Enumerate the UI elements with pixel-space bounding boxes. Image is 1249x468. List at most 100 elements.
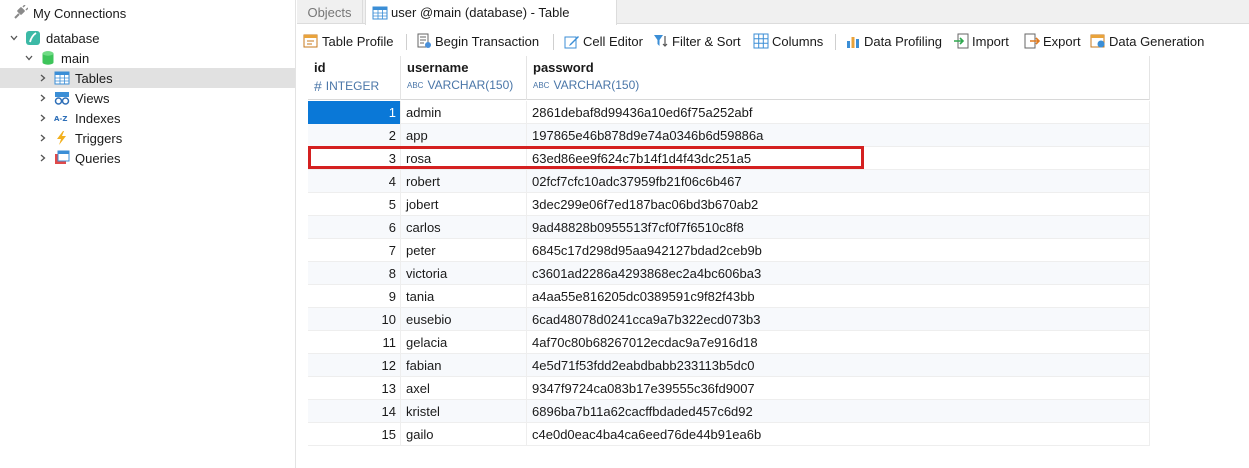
cell-username[interactable]: kristel [401,400,527,423]
tab-objects[interactable]: Objects [297,0,363,24]
tree-item-database[interactable]: database [0,28,295,48]
cell-username[interactable]: carlos [401,216,527,239]
sidebar-item-triggers[interactable]: Triggers [0,128,295,148]
column-type-label: INTEGER [325,79,380,93]
cell-password[interactable]: 197865e46b878d9e74a0346b6d59886a [527,124,1150,147]
cell-id[interactable]: 14 [308,400,401,423]
cell-username[interactable]: gelacia [401,331,527,354]
toolbar-label: Import [972,33,1009,49]
chevron-down-icon[interactable] [9,33,19,43]
cell-username[interactable]: gailo [401,423,527,446]
begin-transaction-button[interactable]: Begin Transaction [416,31,539,51]
cell-password[interactable]: a4aa55e816205dc0389591c9f82f43bb [527,285,1150,308]
cell-password[interactable]: 9347f9724ca083b17e39555c36fd9007 [527,377,1150,400]
table-row[interactable]: 3 rosa 63ed86ee9f624c7b14f1d4f43dc251a5 [308,147,1150,170]
cell-id[interactable]: 12 [308,354,401,377]
chevron-right-icon[interactable] [38,153,48,163]
schema-label: main [61,50,90,66]
chevron-right-icon[interactable] [38,93,48,103]
cell-username[interactable]: tania [401,285,527,308]
cell-password[interactable]: c4e0d0eac4ba4ca6eed76de44b91ea6b [527,423,1150,446]
cell-username[interactable]: peter [401,239,527,262]
cell-password[interactable]: 3dec299e06f7ed187bac06bd3b670ab2 [527,193,1150,216]
cell-id[interactable]: 8 [308,262,401,285]
table-row[interactable]: 9 tania a4aa55e816205dc0389591c9f82f43bb [308,285,1150,308]
cell-password[interactable]: 6cad48078d0241cca9a7b322ecd073b3 [527,308,1150,331]
cell-password[interactable]: 63ed86ee9f624c7b14f1d4f43dc251a5 [527,147,1150,170]
data-generation-button[interactable]: Data Generation [1090,31,1204,51]
sidebar-item-views[interactable]: Views [0,88,295,108]
sidebar-item-queries[interactable]: Queries [0,148,295,168]
chevron-right-icon[interactable] [38,113,48,123]
sidebar-item-indexes[interactable]: A-Z Indexes [0,108,295,128]
cell-id[interactable]: 11 [308,331,401,354]
chevron-right-icon[interactable] [38,133,48,143]
filter-sort-button[interactable]: Filter & Sort [653,31,741,51]
cell-password[interactable]: 2861debaf8d99436a10ed6f75a252abf [527,101,1150,124]
cell-id[interactable]: 9 [308,285,401,308]
cell-password[interactable]: 4af70c80b68267012ecdac9a7e916d18 [527,331,1150,354]
cell-password[interactable]: 6845c17d298d95aa942127bdad2ceb9b [527,239,1150,262]
cell-username[interactable]: app [401,124,527,147]
export-button[interactable]: Export [1024,31,1081,51]
tree-item-my-connections[interactable]: My Connections [0,3,295,23]
cell-id[interactable]: 15 [308,423,401,446]
table-profile-button[interactable]: Table Profile [303,31,394,51]
tab-user-table[interactable]: user @main (database) - Table [365,0,617,25]
chevron-right-icon[interactable] [38,73,48,83]
cell-id[interactable]: 5 [308,193,401,216]
cell-id[interactable]: 4 [308,170,401,193]
table-row[interactable]: 4 robert 02fcf7cfc10adc37959fb21f06c6b467 [308,170,1150,193]
columns-button[interactable]: Columns [753,31,823,51]
tree-item-main-schema[interactable]: main [0,48,295,68]
column-header-id[interactable]: id # INTEGER [308,56,401,100]
cell-password[interactable]: 9ad48828b0955513f7cf0f7f6510c8f8 [527,216,1150,239]
table-row[interactable]: 10 eusebio 6cad48078d0241cca9a7b322ecd073b… [308,308,1150,331]
cell-id[interactable]: 2 [308,124,401,147]
table-row[interactable]: 1 admin 2861debaf8d99436a10ed6f75a252abf [308,101,1150,124]
cell-id[interactable]: 3 [308,147,401,170]
table-row[interactable]: 14 kristel 6896ba7b11a62cacffbdaded457c6d9… [308,400,1150,423]
cell-password[interactable]: c3601ad2286a4293868ec2a4bc606ba3 [527,262,1150,285]
column-header-username[interactable]: username ABC VARCHAR(150) [401,56,527,100]
cell-username[interactable]: jobert [401,193,527,216]
sidebar-item-tables[interactable]: Tables [0,68,295,88]
table-row[interactable]: 13 axel 9347f9724ca083b17e39555c36fd9007 [308,377,1150,400]
table-row[interactable]: 8 victoria c3601ad2286a4293868ec2a4bc606ba… [308,262,1150,285]
cell-username[interactable]: robert [401,170,527,193]
data-profiling-button[interactable]: Data Profiling [845,31,942,51]
cell-username[interactable]: eusebio [401,308,527,331]
table-row[interactable]: 12 fabian 4e5d71f53fdd2eabdbabb233113b5dc0 [308,354,1150,377]
view-glasses-icon [54,90,70,106]
toolbar-label: Begin Transaction [435,33,540,49]
cell-id[interactable]: 10 [308,308,401,331]
table-row[interactable]: 7 peter 6845c17d298d95aa942127bdad2ceb9b [308,239,1150,262]
column-header-password[interactable]: password ABC VARCHAR(150) [527,56,1150,100]
cell-id[interactable]: 6 [308,216,401,239]
navigation-sidebar: My Connections database main Tables View… [0,0,296,468]
table-row[interactable]: 2 app 197865e46b878d9e74a0346b6d59886a [308,124,1150,147]
cell-password[interactable]: 6896ba7b11a62cacffbdaded457c6d92 [527,400,1150,423]
cell-id[interactable]: 13 [308,377,401,400]
cell-password[interactable]: 02fcf7cfc10adc37959fb21f06c6b467 [527,170,1150,193]
cell-username[interactable]: fabian [401,354,527,377]
table-row[interactable]: 5 jobert 3dec299e06f7ed187bac06bd3b670ab2 [308,193,1150,216]
cell-id[interactable]: 1 [308,101,401,124]
cell-id[interactable]: 7 [308,239,401,262]
svg-text:A-Z: A-Z [54,115,67,123]
column-type: # INTEGER [314,78,379,94]
tab-label: user @main (database) - Table [391,5,570,20]
cell-username[interactable]: admin [401,101,527,124]
cell-username[interactable]: axel [401,377,527,400]
table-row[interactable]: 11 gelacia 4af70c80b68267012ecdac9a7e916d1… [308,331,1150,354]
chevron-down-icon[interactable] [24,53,34,63]
import-button[interactable]: Import [953,31,1009,51]
cell-username[interactable]: victoria [401,262,527,285]
cell-username[interactable]: rosa [401,147,527,170]
table-row[interactable]: 6 carlos 9ad48828b0955513f7cf0f7f6510c8f8 [308,216,1150,239]
table-row[interactable]: 15 gailo c4e0d0eac4ba4ca6eed76de44b91ea6b [308,423,1150,446]
cell-editor-button[interactable]: Cell Editor [564,31,643,51]
toolbar-label: Filter & Sort [672,33,741,49]
cell-password[interactable]: 4e5d71f53fdd2eabdbabb233113b5dc0 [527,354,1150,377]
tab-bar: Objects user @main (database) - Table [297,0,1249,25]
